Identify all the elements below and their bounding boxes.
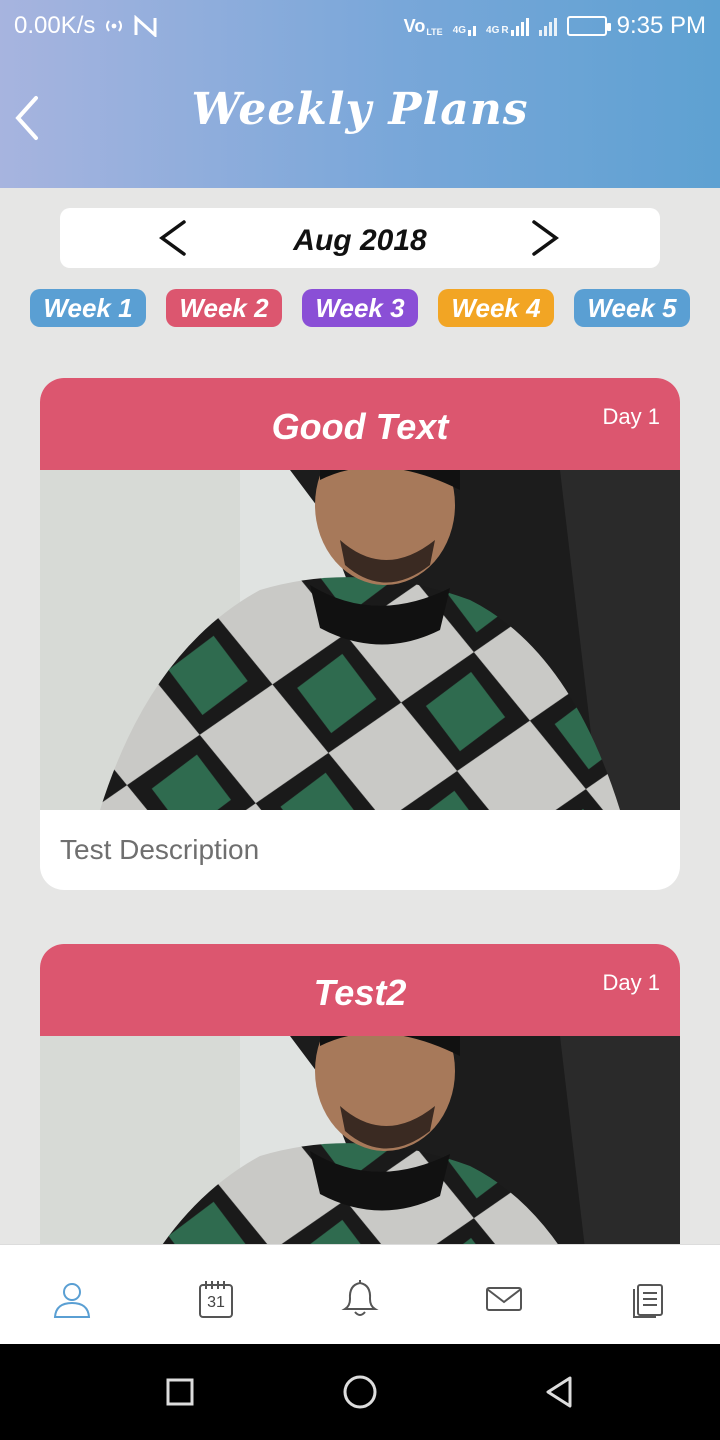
system-nav-bar — [0, 1344, 720, 1440]
square-icon — [166, 1378, 194, 1406]
profile-icon — [53, 1283, 91, 1318]
week-selector: Week 1 Week 2 Week 3 Week 4 Week 5 — [30, 289, 690, 329]
signal-icon — [538, 16, 557, 36]
plan-card-header: Test2 Day 1 — [40, 944, 680, 1036]
status-bar: 0.00K/s Vo LTE 4G 4G R 9:35 PM — [0, 0, 720, 52]
next-month-button[interactable] — [522, 216, 566, 260]
plan-day: Day 1 — [602, 970, 660, 995]
bottom-nav: 31 — [0, 1244, 720, 1344]
hotspot-icon — [106, 20, 123, 32]
circle-icon — [343, 1375, 377, 1409]
plan-day: Day 1 — [602, 404, 660, 429]
header-bar: 0.00K/s Vo LTE 4G 4G R 9:35 PM Weekly Pl… — [0, 0, 720, 188]
month-label: Aug 2018 — [293, 224, 427, 257]
triangle-back-icon — [546, 1376, 572, 1408]
calendar-number: 31 — [207, 1294, 225, 1311]
nav-notifications[interactable] — [340, 1279, 380, 1319]
plan-card-header: Good Text Day 1 — [40, 378, 680, 470]
week-3-tab[interactable]: Week 3 — [302, 289, 418, 327]
clock: 9:35 PM — [616, 12, 706, 39]
week-2-tab[interactable]: Week 2 — [166, 289, 282, 327]
plan-description: Test Description — [60, 834, 260, 865]
nav-messages[interactable] — [484, 1279, 524, 1319]
back-system-button[interactable] — [540, 1372, 580, 1412]
mail-icon — [486, 1287, 522, 1311]
bell-icon — [341, 1280, 379, 1316]
nav-documents[interactable] — [628, 1279, 668, 1319]
plan-photo — [40, 470, 680, 810]
plan-card[interactable]: Good Text Day 1 Test Description — [40, 378, 680, 890]
page-title: Weekly Plans — [191, 84, 529, 135]
month-picker: Aug 2018 — [60, 208, 660, 268]
nav-calendar[interactable]: 31 — [196, 1279, 236, 1319]
n-icon — [134, 15, 157, 37]
recents-button[interactable] — [160, 1372, 200, 1412]
week-5-tab[interactable]: Week 5 — [574, 289, 690, 327]
week-4-tab[interactable]: Week 4 — [438, 289, 554, 327]
plan-title: Test2 — [313, 972, 407, 1013]
plan-title: Good Text — [271, 406, 449, 447]
nav-profile[interactable] — [52, 1279, 92, 1319]
week-1-tab[interactable]: Week 1 — [30, 289, 146, 327]
document-icon — [633, 1284, 663, 1318]
signal-4g-b-icon: 4G R — [486, 16, 529, 36]
volte-icon: Vo LTE — [403, 15, 443, 37]
home-button[interactable] — [340, 1372, 380, 1412]
signal-4g-a-icon: 4G — [453, 16, 477, 36]
network-speed: 0.00K/s — [14, 12, 96, 39]
battery-icon — [566, 16, 611, 36]
